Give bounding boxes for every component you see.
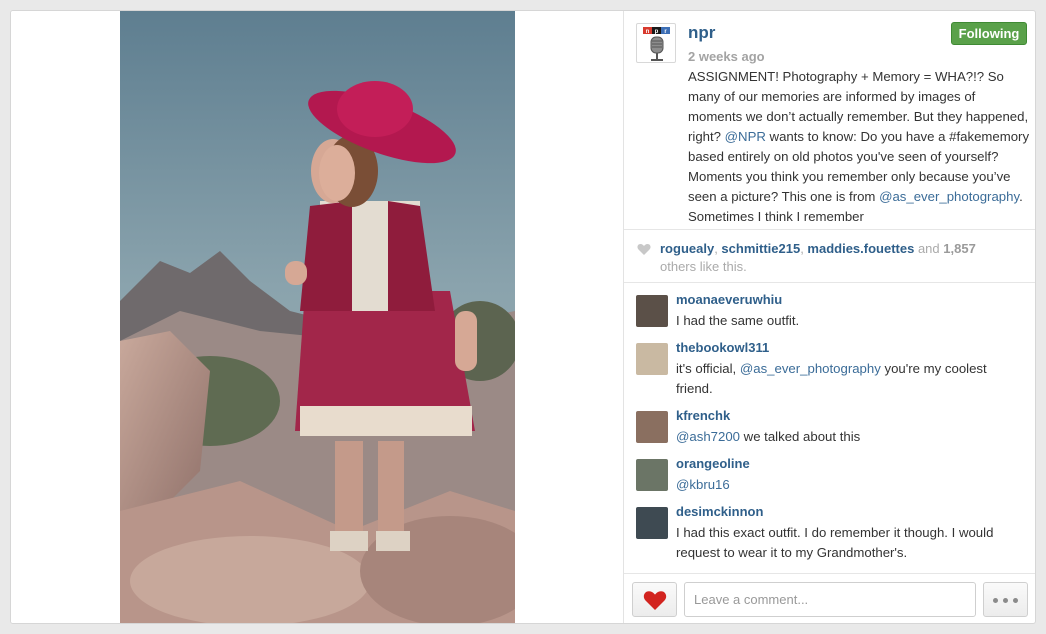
comment-input[interactable] xyxy=(684,582,976,617)
post-username[interactable]: npr xyxy=(688,23,715,43)
commenter-avatar[interactable] xyxy=(636,459,668,491)
post-card: n p r npr Following 2 weeks ago ASSIGNME… xyxy=(10,10,1036,624)
svg-text:p: p xyxy=(655,29,659,35)
post-caption: ASSIGNMENT! Photography + Memory = WHA?!… xyxy=(688,67,1033,227)
like-button[interactable] xyxy=(632,582,677,617)
photo-area xyxy=(11,11,623,623)
following-button[interactable]: Following xyxy=(951,22,1027,45)
microphone-icon: n p r xyxy=(643,27,670,61)
commenter-username[interactable]: orangeoline xyxy=(676,456,750,471)
commenter-avatar[interactable] xyxy=(636,507,668,539)
heart-icon xyxy=(643,591,667,610)
likes-text: roguealy, schmittie215, maddies.fouettes… xyxy=(660,241,976,274)
npr-avatar[interactable]: n p r xyxy=(636,23,676,63)
comment-text: I had the same outfit. xyxy=(676,313,800,328)
post-sidebar: n p r npr Following 2 weeks ago ASSIGNME… xyxy=(623,11,1035,623)
commenter-avatar[interactable] xyxy=(636,411,668,443)
mention-link[interactable]: @kbru16 xyxy=(676,477,730,492)
commenter-username[interactable]: moanaeveruwhiu xyxy=(676,292,782,307)
comment-text: it's official, @as_ever_photography you'… xyxy=(676,361,987,396)
more-dots-icon xyxy=(993,598,998,603)
mention-link[interactable]: @ash7200 xyxy=(676,429,740,444)
comment-text: I had this exact outfit. I do remember i… xyxy=(676,525,994,560)
liker-link[interactable]: roguealy xyxy=(660,241,714,256)
npr-logo-text: n xyxy=(646,29,650,35)
post-timestamp: 2 weeks ago xyxy=(688,49,765,64)
liker-link[interactable]: schmittie215 xyxy=(721,241,800,256)
mention-link[interactable]: @as_ever_photography xyxy=(879,189,1019,204)
likes-section: roguealy, schmittie215, maddies.fouettes… xyxy=(624,229,1035,283)
commenter-username[interactable]: desimckinnon xyxy=(676,504,763,519)
likes-count[interactable]: 1,857 xyxy=(943,241,976,256)
comments-list: moanaeveruwhiu I had the same outfit. theb… xyxy=(624,283,1035,573)
photo-image xyxy=(120,11,515,623)
post-header: n p r npr Following 2 weeks ago ASSIGNME… xyxy=(624,11,1035,229)
mention-link[interactable]: @NPR xyxy=(725,129,766,144)
comment-text: @ash7200 we talked about this xyxy=(676,429,861,444)
comment-text: @kbru16 xyxy=(676,475,1026,495)
more-options-button[interactable] xyxy=(983,582,1028,617)
commenter-avatar[interactable] xyxy=(636,295,668,327)
commenter-username[interactable]: kfrenchk xyxy=(676,408,730,423)
commenter-username[interactable]: thebookowl311 xyxy=(676,340,769,355)
liker-link[interactable]: maddies.fouettes xyxy=(807,241,914,256)
likes-suffix: others like this. xyxy=(660,259,747,274)
comment-footer xyxy=(624,573,1035,623)
heart-icon xyxy=(637,244,651,255)
post-photo[interactable] xyxy=(120,11,515,623)
mention-link[interactable]: @as_ever_photography xyxy=(740,361,881,376)
commenter-avatar[interactable] xyxy=(636,343,668,375)
